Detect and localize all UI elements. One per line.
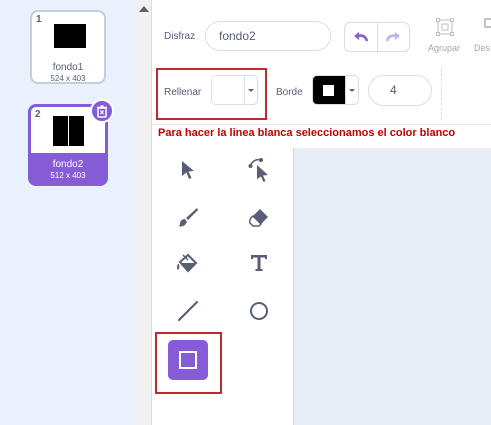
fill-label: Rellenar: [164, 87, 202, 98]
tool-text[interactable]: [239, 243, 279, 283]
costume-name-input[interactable]: fondo2: [205, 21, 331, 51]
tool-reshape[interactable]: [239, 150, 279, 190]
tool-circle[interactable]: [239, 291, 279, 331]
costume-item-1[interactable]: 1 fondo1 524 x 403: [30, 10, 106, 84]
fill-color-swatch: [212, 76, 244, 104]
group-icon[interactable]: [436, 18, 454, 36]
costume-label: Disfraz: [164, 31, 196, 42]
paint-bucket-icon: [177, 253, 198, 273]
ungroup-icon[interactable]: [484, 18, 491, 28]
arrow-pointer-icon: [182, 161, 194, 179]
fill-dropdown-caret-icon[interactable]: [243, 76, 257, 104]
costume-number: 1: [36, 14, 42, 25]
rectangle-tool-highlight-box: [155, 332, 222, 394]
eraser-icon: [248, 209, 268, 227]
scroll-up-arrow-icon[interactable]: [139, 6, 149, 12]
tool-line[interactable]: [168, 291, 208, 331]
costume-list-panel: 1 fondo1 524 x 403 2 fondo2 512 x 403: [0, 0, 136, 425]
undo-icon: [353, 32, 368, 42]
thumbnail-divider: [68, 116, 69, 146]
outline-color-button[interactable]: [312, 75, 359, 105]
toolbar-bottom-border: [152, 124, 491, 125]
redo-icon: [386, 32, 401, 42]
annotation-text: Para hacer la linea blanca seleccionamos…: [158, 127, 456, 139]
delete-costume-button[interactable]: [90, 99, 114, 123]
circle-icon: [250, 302, 268, 320]
reshape-icon: [248, 158, 268, 182]
costume-thumbnail: [54, 24, 86, 48]
fill-color-button[interactable]: [211, 75, 258, 105]
tool-select[interactable]: [168, 150, 208, 190]
costume-name: fondo1: [52, 62, 84, 73]
outline-dropdown-caret-icon[interactable]: [344, 76, 358, 104]
costume-list-scrollbar[interactable]: [136, 0, 152, 425]
brush-icon: [178, 208, 198, 227]
group-button-label[interactable]: Agrupar: [428, 43, 460, 53]
outline-width-input[interactable]: 4: [368, 75, 432, 106]
tool-brush[interactable]: [168, 197, 208, 237]
drawing-canvas[interactable]: [293, 148, 491, 425]
undo-redo-group: [344, 22, 410, 52]
outline-color-swatch: [313, 76, 345, 104]
costume-number: 2: [35, 109, 41, 120]
costume-name: fondo2: [52, 159, 84, 170]
line-icon: [178, 301, 198, 321]
ungroup-button-label[interactable]: Des: [474, 43, 490, 53]
tool-fill[interactable]: [168, 243, 208, 283]
costume-size: 524 x 403: [50, 74, 86, 83]
costume-size: 512 x 403: [50, 171, 86, 180]
toolbar-separator: [441, 68, 442, 120]
trash-icon: [97, 105, 107, 118]
text-icon: [251, 255, 267, 271]
outline-label: Borde: [276, 87, 303, 98]
outline-swatch-inner: [323, 84, 335, 96]
redo-button[interactable]: [378, 23, 410, 51]
undo-button[interactable]: [345, 23, 378, 51]
tool-eraser[interactable]: [239, 197, 279, 237]
